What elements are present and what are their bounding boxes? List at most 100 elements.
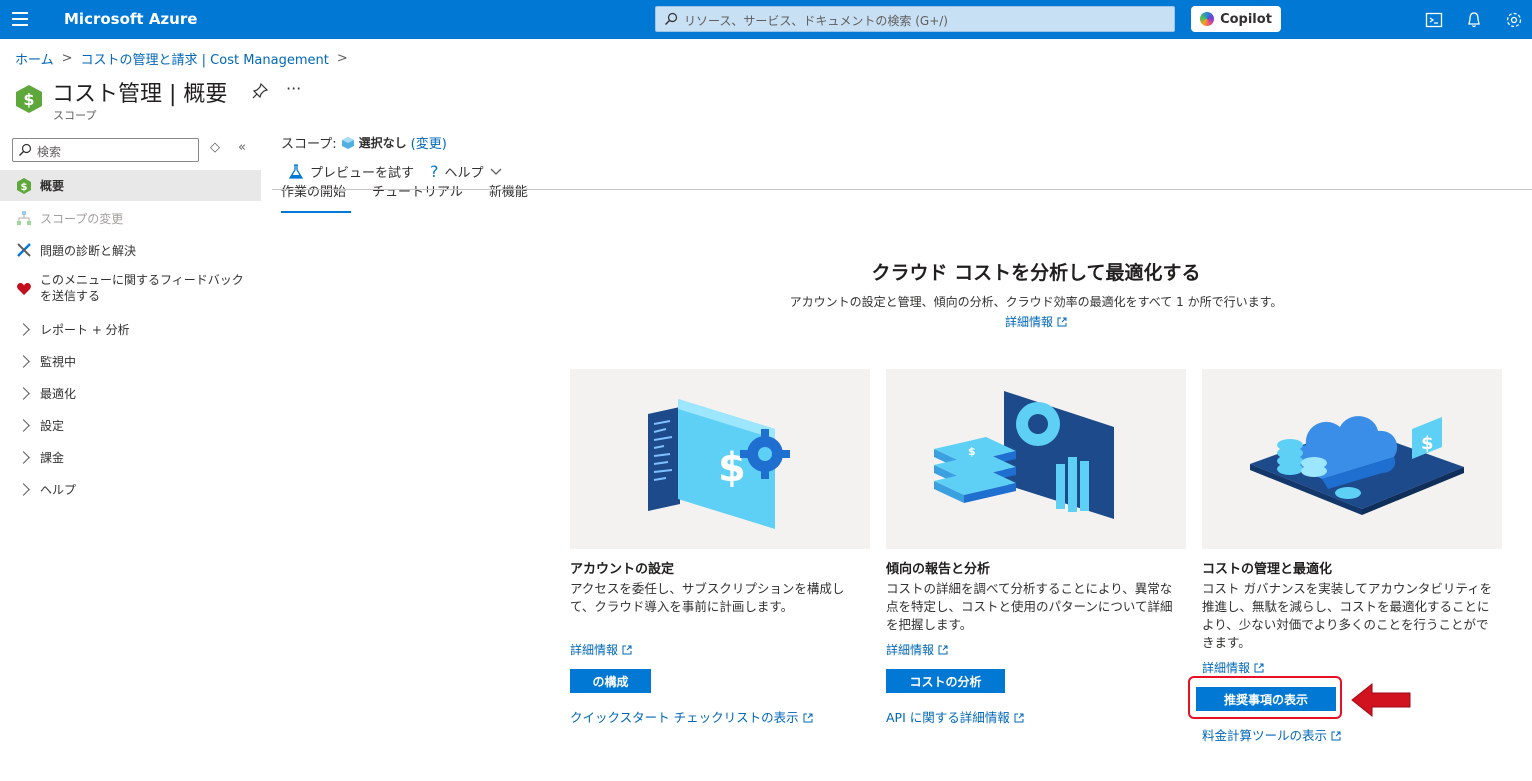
preview-button[interactable]: プレビューを試す bbox=[288, 162, 414, 181]
card-title: コストの管理と最適化 bbox=[1202, 562, 1333, 577]
preview-label: プレビューを試す bbox=[310, 166, 415, 181]
learn-more-text: 詳細情報 bbox=[886, 643, 935, 657]
help-label: ヘルプ bbox=[444, 166, 484, 181]
sidebar-item-feedback[interactable]: このメニューに関するフィードバックを送信する bbox=[0, 268, 261, 308]
external-link-icon bbox=[1057, 317, 1067, 327]
hamburger-menu-icon[interactable] bbox=[12, 12, 28, 26]
sidebar-item-label: レポート + 分析 bbox=[40, 322, 130, 337]
sidebar-item-change-scope[interactable]: スコープの変更 bbox=[0, 203, 261, 233]
sidebar-item-help[interactable]: ヘルプ bbox=[0, 474, 261, 504]
chevron-right-icon bbox=[17, 419, 30, 432]
chevron-right-icon bbox=[17, 483, 30, 496]
sidebar-item-settings[interactable]: 設定 bbox=[0, 410, 261, 440]
search-icon bbox=[665, 12, 678, 25]
scope-label: スコープ: bbox=[281, 137, 337, 152]
pin-icon[interactable] bbox=[251, 82, 269, 100]
breadcrumb-home[interactable]: ホーム bbox=[15, 49, 54, 68]
external-link-icon bbox=[803, 713, 813, 723]
sidebar-item-label: ヘルプ bbox=[40, 482, 77, 497]
breadcrumb-cost-management[interactable]: コストの管理と請求 | Cost Management bbox=[81, 49, 329, 68]
command-bar: プレビューを試す ? ヘルプ bbox=[288, 162, 512, 181]
sidebar-item-reports[interactable]: レポート + 分析 bbox=[0, 314, 261, 344]
quickstart-checklist-link[interactable]: クイックスタート チェックリストの表示 bbox=[570, 707, 813, 726]
sidebar-item-label: 最適化 bbox=[40, 386, 77, 401]
scope-change-link[interactable]: (変更) bbox=[411, 133, 447, 152]
learn-more-link[interactable]: 詳細情報 bbox=[1005, 315, 1067, 329]
configure-button[interactable]: の構成 bbox=[570, 669, 651, 693]
search-icon bbox=[19, 143, 32, 156]
chevron-right-icon bbox=[17, 323, 30, 336]
cube-icon bbox=[341, 136, 354, 149]
analyze-costs-button[interactable]: コストの分析 bbox=[886, 669, 1005, 693]
learn-more-text: 詳細情報 bbox=[1202, 661, 1251, 675]
card-learn-more-link[interactable]: 詳細情報 bbox=[886, 641, 948, 658]
external-link-icon bbox=[1254, 663, 1264, 673]
cost-management-icon: $ bbox=[17, 178, 31, 194]
sidebar-item-label: 概要 bbox=[40, 179, 65, 193]
scope-value: 選択なし bbox=[358, 136, 407, 150]
external-link-icon bbox=[1014, 713, 1024, 723]
header-divider bbox=[272, 189, 1532, 190]
svg-text:$: $ bbox=[968, 445, 976, 458]
breadcrumb-separator: > bbox=[61, 51, 73, 66]
search-placeholder: リソース、サービス、ドキュメントの検索 (G+/) bbox=[684, 14, 948, 28]
card-report-analyze: $ 傾向の報告と分析 コストの詳細を調べて分析することにより、異常な点を特定し、… bbox=[886, 369, 1186, 725]
collapse-icon[interactable]: « bbox=[238, 140, 246, 155]
top-bar: Microsoft Azure リソース、サービス、ドキュメントの検索 (G+/… bbox=[0, 0, 1532, 39]
chevron-right-icon bbox=[17, 451, 30, 464]
copilot-button[interactable]: Copilot bbox=[1191, 6, 1281, 32]
hero-learn-more: 詳細情報 bbox=[570, 313, 1502, 330]
sidebar-item-diagnose[interactable]: 問題の診断と解決 bbox=[0, 235, 261, 265]
sidebar-item-optimization[interactable]: 最適化 bbox=[0, 378, 261, 408]
gear-icon[interactable] bbox=[1505, 11, 1523, 29]
api-learn-more-link[interactable]: API に関する詳細情報 bbox=[886, 707, 1024, 726]
hero-subtitle: アカウントの設定と管理、傾向の分析、クラウド効率の最適化をすべて 1 か所で行い… bbox=[789, 295, 1283, 309]
pricing-calculator-link[interactable]: 料金計算ツールの表示 bbox=[1202, 725, 1341, 744]
tools-icon bbox=[17, 243, 31, 257]
card-title: 傾向の報告と分析 bbox=[886, 562, 991, 577]
svg-text:$: $ bbox=[1421, 433, 1434, 454]
link-text: API に関する詳細情報 bbox=[886, 710, 1010, 725]
cost-management-icon: $ bbox=[16, 85, 42, 113]
svg-text:$: $ bbox=[23, 90, 34, 109]
red-arrow-annotation bbox=[1351, 682, 1411, 718]
tab-getting-started[interactable]: 作業の開始 bbox=[281, 183, 346, 211]
sidebar-item-monitoring[interactable]: 監視中 bbox=[0, 346, 261, 376]
page-title: コスト管理 | 概要 bbox=[52, 82, 228, 107]
tab-whats-new[interactable]: 新機能 bbox=[489, 183, 528, 211]
external-link-icon bbox=[938, 645, 948, 655]
sort-icon[interactable]: ◇ bbox=[210, 140, 220, 155]
card-description: コストの詳細を調べて分析することにより、異常な点を特定し、コストと使用のパターン… bbox=[886, 581, 1173, 632]
copilot-label: Copilot bbox=[1220, 11, 1272, 27]
chevron-down-icon bbox=[490, 168, 501, 175]
question-icon: ? bbox=[430, 162, 439, 181]
manage-optimize-illustration: $ bbox=[1202, 369, 1502, 549]
flask-icon bbox=[288, 163, 304, 179]
card-learn-more-link[interactable]: 詳細情報 bbox=[570, 641, 632, 658]
sidebar-item-label: スコープの変更 bbox=[40, 211, 124, 226]
card-title: アカウントの設定 bbox=[570, 562, 675, 577]
active-tab-indicator bbox=[281, 211, 351, 213]
global-search-input[interactable]: リソース、サービス、ドキュメントの検索 (G+/) bbox=[655, 6, 1175, 32]
external-link-icon bbox=[622, 645, 632, 655]
card-description: コスト ガバナンスを実装してアカウンタビリティを推進し、無駄を減らし、コストを最… bbox=[1202, 581, 1493, 650]
brand-title[interactable]: Microsoft Azure bbox=[64, 10, 197, 28]
bell-icon[interactable] bbox=[1465, 11, 1483, 29]
page-subtitle: スコープ bbox=[53, 109, 97, 122]
breadcrumb: ホーム > コストの管理と請求 | Cost Management > bbox=[15, 49, 348, 68]
sidebar-item-label: 問題の診断と解決 bbox=[40, 243, 137, 258]
sidebar-item-overview[interactable]: $ 概要 bbox=[0, 170, 261, 201]
card-learn-more-link[interactable]: 詳細情報 bbox=[1202, 659, 1264, 676]
tab-tutorials[interactable]: チュートリアル bbox=[372, 183, 463, 211]
hierarchy-icon bbox=[17, 211, 31, 225]
sidebar-search-input[interactable]: 検索 bbox=[12, 138, 199, 162]
more-options-icon[interactable]: ··· bbox=[286, 79, 301, 98]
sidebar-item-label: 課金 bbox=[40, 450, 65, 465]
sidebar-item-label: このメニューに関するフィードバックを送信する bbox=[40, 273, 244, 303]
sidebar-item-billing[interactable]: 課金 bbox=[0, 442, 261, 472]
card-manage-optimize: $ コストの管理と最適化 コスト ガバナンスを実装してアカウンタビリティを推進し… bbox=[1196, 369, 1502, 743]
cloud-shell-icon[interactable] bbox=[1425, 11, 1443, 29]
report-analyze-illustration: $ bbox=[886, 369, 1186, 549]
help-button[interactable]: ? ヘルプ bbox=[430, 162, 502, 181]
learn-more-text: 詳細情報 bbox=[1004, 315, 1053, 329]
